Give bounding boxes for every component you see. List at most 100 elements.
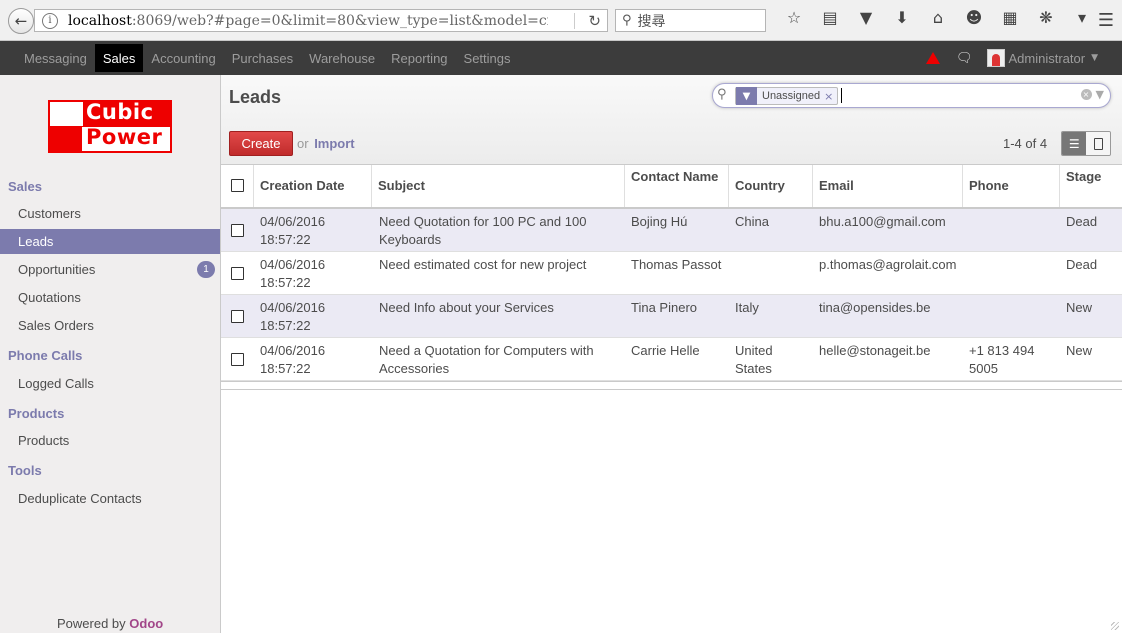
reading-list-icon[interactable]: ▤ [812, 8, 848, 27]
reload-icon[interactable]: ↻ [588, 12, 601, 30]
extension-bug-icon[interactable]: ❋ [1028, 8, 1064, 27]
search-options-caret-icon[interactable]: ▼ [1096, 88, 1104, 101]
table-row[interactable]: 04/06/2016 18:57:22 Need estimated cost f… [221, 252, 1122, 295]
main-content: Leads ⚲ ▼ Unassigned × × ▼ Create or Imp… [221, 75, 1122, 633]
browser-search-input[interactable]: ⚲ 搜尋 [615, 9, 766, 32]
cell-subject-line: Keyboards [379, 232, 442, 247]
column-header-label: Country [735, 178, 785, 193]
cell-contact: Carrie Helle [631, 343, 700, 358]
extension-book-icon[interactable]: ▦ [992, 8, 1028, 27]
row-checkbox[interactable] [231, 224, 244, 237]
list-view-icon[interactable]: ☰ [1062, 132, 1087, 155]
smiley-icon[interactable]: ☻ [956, 8, 992, 27]
sidebar-item-sales-orders[interactable]: Sales Orders [0, 313, 220, 338]
site-info-icon[interactable]: i [42, 12, 58, 29]
cell-phone: +1 813 494 5005 [969, 342, 1034, 378]
nav-accounting[interactable]: Accounting [143, 44, 223, 72]
powered-by-text: Powered by [57, 616, 126, 631]
sidebar-item-label: Logged Calls [18, 376, 94, 391]
warning-icon[interactable] [925, 52, 940, 64]
sidebar-item-label: Sales Orders [18, 318, 94, 333]
cell-email: p.thomas@agrolait.com [819, 257, 957, 272]
sidebar-item-leads[interactable]: Leads [0, 229, 220, 254]
cell-subject-line: Need Info about your Services [379, 300, 554, 315]
resize-grip-icon[interactable] [1111, 622, 1119, 630]
row-checkbox[interactable] [231, 353, 244, 366]
pager-value[interactable]: 1-4 of 4 [1003, 136, 1047, 151]
nav-sales[interactable]: Sales [94, 44, 144, 72]
cell-stage: Dead [1066, 257, 1098, 272]
company-logo[interactable]: Cubic Power [48, 100, 172, 153]
odoo-link[interactable]: Odoo [129, 616, 163, 631]
sidebar-item-products[interactable]: Products [0, 428, 220, 453]
sidebar-item-logged-calls[interactable]: Logged Calls [0, 371, 220, 396]
search-input[interactable]: ⚲ ▼ Unassigned × × ▼ [712, 83, 1111, 108]
table-row[interactable]: 04/06/2016 18:57:22 Need Info about your … [221, 295, 1122, 338]
sidebar-item-opportunities[interactable]: Opportunities 1 [0, 257, 220, 282]
cell-phone-line: 5005 [969, 361, 998, 376]
cell-country-line: United [735, 343, 773, 358]
filter-facet[interactable]: ▼ Unassigned × [735, 87, 839, 105]
table-row[interactable]: 04/06/2016 18:57:22 Need a Quotation for … [221, 338, 1122, 381]
sidebar-item-label: Products [18, 433, 70, 448]
browser-search-text: 搜尋 [637, 13, 666, 30]
col-subject[interactable]: Subject [372, 165, 625, 207]
col-contact-name[interactable]: Contact Name [625, 165, 729, 207]
sidebar-item-deduplicate-contacts[interactable]: Deduplicate Contacts [0, 486, 220, 511]
import-link[interactable]: Import [314, 136, 354, 151]
chat-icon[interactable]: 🗨 [956, 51, 973, 66]
col-email[interactable]: Email [813, 165, 963, 207]
column-header-label: Phone [969, 178, 1009, 193]
cell-subject: Need a Quotation for Computers with Acces… [379, 342, 594, 378]
table-row[interactable]: 04/06/2016 18:57:22 Need Quotation for 10… [221, 209, 1122, 252]
download-icon[interactable]: ⬇ [884, 8, 920, 27]
bookmark-star-icon[interactable]: ☆ [776, 8, 812, 27]
form-view-icon[interactable] [1086, 132, 1110, 155]
cell-email: bhu.a100@gmail.com [819, 214, 946, 229]
cell-creation-date: 04/06/2016 18:57:22 [260, 342, 325, 378]
col-stage[interactable]: Stage [1060, 165, 1122, 207]
cell-subject: Need estimated cost for new project [379, 256, 586, 274]
nav-reporting[interactable]: Reporting [383, 44, 455, 72]
back-button[interactable]: ← [8, 8, 34, 34]
hamburger-menu-icon[interactable]: ☰ [1098, 10, 1114, 31]
row-checkbox[interactable] [231, 310, 244, 323]
pocket-icon[interactable]: ▼ [848, 8, 884, 27]
remove-facet-icon[interactable]: × [824, 90, 837, 103]
browser-toolbar: ← i localhost:8069/web?#page=0&limit=80&… [0, 0, 1122, 41]
column-header-label: Creation Date [260, 178, 345, 193]
search-controls: × ▼ [1080, 88, 1104, 101]
chevron-down-icon[interactable]: ▼ [1091, 53, 1098, 63]
cell-stage: Dead [1066, 214, 1098, 229]
col-country[interactable]: Country [729, 165, 813, 207]
sidebar-item-customers[interactable]: Customers [0, 201, 220, 226]
user-menu[interactable]: Administrator [1009, 51, 1086, 66]
clear-search-icon[interactable]: × [1080, 89, 1092, 100]
url-text[interactable]: localhost:8069/web?#page=0&limit=80&view… [68, 13, 548, 29]
cell-subject-line: Accessories [379, 361, 450, 376]
row-checkbox[interactable] [231, 267, 244, 280]
home-icon[interactable]: ⌂ [920, 8, 956, 27]
section-title-sales: Sales [8, 179, 42, 194]
select-all-checkbox[interactable] [231, 179, 244, 192]
sidebar: Cubic Power Sales Customers Leads Opport… [0, 75, 221, 633]
table-header: Creation Date Subject Contact Name Count… [221, 165, 1122, 209]
nav-purchases[interactable]: Purchases [224, 44, 301, 72]
nav-warehouse[interactable]: Warehouse [301, 44, 383, 72]
nav-messaging[interactable]: Messaging [16, 44, 95, 72]
cell-country: Italy [735, 299, 759, 317]
overflow-caret-icon[interactable]: ▾ [1064, 8, 1100, 27]
cell-time: 18:57:22 [260, 232, 311, 247]
col-creation-date[interactable]: Creation Date [254, 165, 372, 207]
nav-settings[interactable]: Settings [456, 44, 519, 72]
table-footer [221, 381, 1122, 390]
create-button[interactable]: Create [229, 131, 293, 156]
page-title[interactable]: Leads [229, 87, 281, 108]
avatar[interactable] [986, 49, 1005, 67]
address-bar[interactable]: i localhost:8069/web?#page=0&limit=80&vi… [34, 9, 608, 32]
sidebar-item-quotations[interactable]: Quotations [0, 285, 220, 310]
cell-subject: Need Quotation for 100 PC and 100 Keyboar… [379, 213, 586, 249]
col-phone[interactable]: Phone [963, 165, 1060, 207]
cell-contact: Thomas Passot [631, 257, 722, 272]
or-import: or Import [297, 136, 355, 151]
